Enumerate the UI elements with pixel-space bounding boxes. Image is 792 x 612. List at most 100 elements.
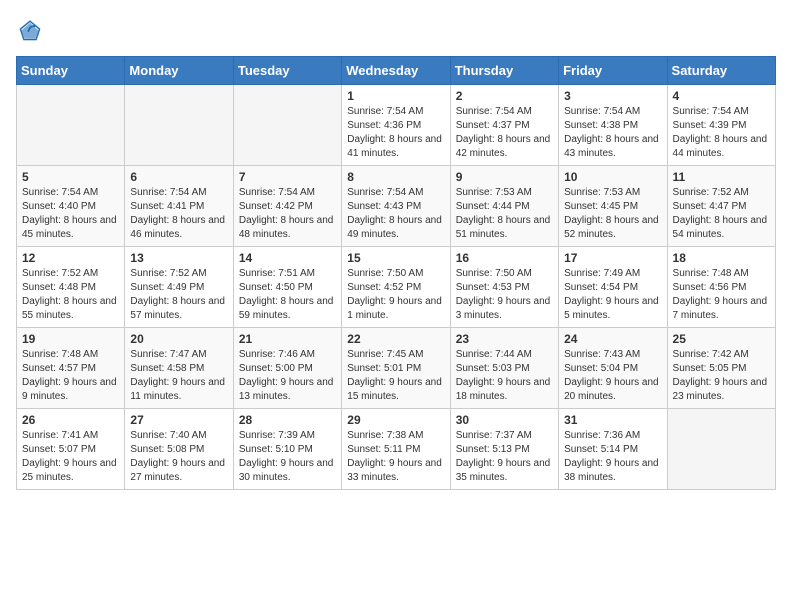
calendar-week-row: 5 Sunrise: 7:54 AM Sunset: 4:40 PM Daylig… [17, 166, 776, 247]
day-number: 20 [130, 332, 227, 346]
day-number: 26 [22, 413, 119, 427]
calendar-cell: 30 Sunrise: 7:37 AM Sunset: 5:13 PM Dayli… [450, 409, 558, 490]
calendar-cell [125, 85, 233, 166]
logo [16, 16, 48, 44]
day-number: 1 [347, 89, 444, 103]
day-info: Sunrise: 7:38 AM Sunset: 5:11 PM Dayligh… [347, 429, 444, 485]
day-info: Sunrise: 7:49 AM Sunset: 4:54 PM Dayligh… [564, 267, 661, 323]
day-info: Sunrise: 7:53 AM Sunset: 4:45 PM Dayligh… [564, 186, 661, 242]
logo-icon [16, 16, 44, 44]
day-number: 30 [456, 413, 553, 427]
day-info: Sunrise: 7:50 AM Sunset: 4:52 PM Dayligh… [347, 267, 444, 323]
day-info: Sunrise: 7:54 AM Sunset: 4:37 PM Dayligh… [456, 105, 553, 161]
day-number: 24 [564, 332, 661, 346]
calendar-cell: 1 Sunrise: 7:54 AM Sunset: 4:36 PM Daylig… [342, 85, 450, 166]
day-info: Sunrise: 7:39 AM Sunset: 5:10 PM Dayligh… [239, 429, 336, 485]
day-info: Sunrise: 7:54 AM Sunset: 4:41 PM Dayligh… [130, 186, 227, 242]
calendar-cell: 21Sunrise: 7:46 AM Sunset: 5:00 PM Dayli… [233, 328, 341, 409]
day-info: Sunrise: 7:53 AM Sunset: 4:44 PM Dayligh… [456, 186, 553, 242]
calendar-cell: 14Sunrise: 7:51 AM Sunset: 4:50 PM Dayli… [233, 247, 341, 328]
calendar-cell: 4 Sunrise: 7:54 AM Sunset: 4:39 PM Daylig… [667, 85, 775, 166]
calendar-cell: 2 Sunrise: 7:54 AM Sunset: 4:37 PM Daylig… [450, 85, 558, 166]
day-of-week-header: Saturday [667, 57, 775, 85]
day-number: 27 [130, 413, 227, 427]
calendar-cell: 3 Sunrise: 7:54 AM Sunset: 4:38 PM Daylig… [559, 85, 667, 166]
calendar-cell: 20 Sunrise: 7:47 AM Sunset: 4:58 PM Dayli… [125, 328, 233, 409]
day-number: 29 [347, 413, 444, 427]
day-info: Sunrise: 7:52 AM Sunset: 4:48 PM Dayligh… [22, 267, 119, 323]
calendar-cell: 19 Sunrise: 7:48 AM Sunset: 4:57 PM Dayli… [17, 328, 125, 409]
day-info: Sunrise: 7:42 AM Sunset: 5:05 PM Dayligh… [673, 348, 770, 404]
calendar-week-row: 1 Sunrise: 7:54 AM Sunset: 4:36 PM Daylig… [17, 85, 776, 166]
calendar-cell: 28 Sunrise: 7:39 AM Sunset: 5:10 PM Dayli… [233, 409, 341, 490]
day-info: Sunrise: 7:40 AM Sunset: 5:08 PM Dayligh… [130, 429, 227, 485]
day-number: 16 [456, 251, 553, 265]
calendar-cell: 18Sunrise: 7:48 AM Sunset: 4:56 PM Dayli… [667, 247, 775, 328]
day-number: 4 [673, 89, 770, 103]
day-number: 18 [673, 251, 770, 265]
calendar-cell: 24 Sunrise: 7:43 AM Sunset: 5:04 PM Dayli… [559, 328, 667, 409]
day-number: 3 [564, 89, 661, 103]
day-info: Sunrise: 7:52 AM Sunset: 4:47 PM Dayligh… [673, 186, 770, 242]
day-info: Sunrise: 7:41 AM Sunset: 5:07 PM Dayligh… [22, 429, 119, 485]
day-number: 28 [239, 413, 336, 427]
day-info: Sunrise: 7:54 AM Sunset: 4:40 PM Dayligh… [22, 186, 119, 242]
day-info: Sunrise: 7:47 AM Sunset: 4:58 PM Dayligh… [130, 348, 227, 404]
day-number: 2 [456, 89, 553, 103]
day-number: 13 [130, 251, 227, 265]
calendar-cell: 12Sunrise: 7:52 AM Sunset: 4:48 PM Dayli… [17, 247, 125, 328]
calendar-table: SundayMondayTuesdayWednesdayThursdayFrid… [16, 56, 776, 490]
day-info: Sunrise: 7:43 AM Sunset: 5:04 PM Dayligh… [564, 348, 661, 404]
day-info: Sunrise: 7:37 AM Sunset: 5:13 PM Dayligh… [456, 429, 553, 485]
day-number: 19 [22, 332, 119, 346]
day-info: Sunrise: 7:54 AM Sunset: 4:39 PM Dayligh… [673, 105, 770, 161]
day-info: Sunrise: 7:46 AM Sunset: 5:00 PM Dayligh… [239, 348, 336, 404]
day-info: Sunrise: 7:54 AM Sunset: 4:42 PM Dayligh… [239, 186, 336, 242]
day-number: 10 [564, 170, 661, 184]
calendar-cell: 13 Sunrise: 7:52 AM Sunset: 4:49 PM Dayli… [125, 247, 233, 328]
calendar-cell: 23 Sunrise: 7:44 AM Sunset: 5:03 PM Dayli… [450, 328, 558, 409]
day-info: Sunrise: 7:51 AM Sunset: 4:50 PM Dayligh… [239, 267, 336, 323]
calendar-week-row: 12Sunrise: 7:52 AM Sunset: 4:48 PM Dayli… [17, 247, 776, 328]
day-number: 15 [347, 251, 444, 265]
day-info: Sunrise: 7:44 AM Sunset: 5:03 PM Dayligh… [456, 348, 553, 404]
day-number: 31 [564, 413, 661, 427]
day-info: Sunrise: 7:50 AM Sunset: 4:53 PM Dayligh… [456, 267, 553, 323]
day-of-week-header: Thursday [450, 57, 558, 85]
day-number: 23 [456, 332, 553, 346]
day-of-week-header: Tuesday [233, 57, 341, 85]
calendar-cell: 7 Sunrise: 7:54 AM Sunset: 4:42 PM Daylig… [233, 166, 341, 247]
calendar-header-row: SundayMondayTuesdayWednesdayThursdayFrid… [17, 57, 776, 85]
day-of-week-header: Friday [559, 57, 667, 85]
calendar-week-row: 26 Sunrise: 7:41 AM Sunset: 5:07 PM Dayli… [17, 409, 776, 490]
calendar-cell: 11Sunrise: 7:52 AM Sunset: 4:47 PM Dayli… [667, 166, 775, 247]
calendar-cell [17, 85, 125, 166]
day-number: 7 [239, 170, 336, 184]
page-header [16, 16, 776, 44]
calendar-cell: 17 Sunrise: 7:49 AM Sunset: 4:54 PM Dayli… [559, 247, 667, 328]
day-of-week-header: Monday [125, 57, 233, 85]
day-number: 9 [456, 170, 553, 184]
calendar-cell: 26 Sunrise: 7:41 AM Sunset: 5:07 PM Dayli… [17, 409, 125, 490]
calendar-cell: 31Sunrise: 7:36 AM Sunset: 5:14 PM Dayli… [559, 409, 667, 490]
day-number: 6 [130, 170, 227, 184]
day-info: Sunrise: 7:54 AM Sunset: 4:43 PM Dayligh… [347, 186, 444, 242]
calendar-cell: 8 Sunrise: 7:54 AM Sunset: 4:43 PM Daylig… [342, 166, 450, 247]
day-info: Sunrise: 7:54 AM Sunset: 4:36 PM Dayligh… [347, 105, 444, 161]
day-number: 22 [347, 332, 444, 346]
calendar-cell: 16 Sunrise: 7:50 AM Sunset: 4:53 PM Dayli… [450, 247, 558, 328]
day-info: Sunrise: 7:45 AM Sunset: 5:01 PM Dayligh… [347, 348, 444, 404]
day-of-week-header: Sunday [17, 57, 125, 85]
day-number: 5 [22, 170, 119, 184]
day-number: 8 [347, 170, 444, 184]
calendar-cell: 25 Sunrise: 7:42 AM Sunset: 5:05 PM Dayli… [667, 328, 775, 409]
calendar-cell: 9 Sunrise: 7:53 AM Sunset: 4:44 PM Daylig… [450, 166, 558, 247]
calendar-cell: 27 Sunrise: 7:40 AM Sunset: 5:08 PM Dayli… [125, 409, 233, 490]
day-of-week-header: Wednesday [342, 57, 450, 85]
calendar-cell: 10 Sunrise: 7:53 AM Sunset: 4:45 PM Dayli… [559, 166, 667, 247]
day-info: Sunrise: 7:48 AM Sunset: 4:57 PM Dayligh… [22, 348, 119, 404]
day-info: Sunrise: 7:54 AM Sunset: 4:38 PM Dayligh… [564, 105, 661, 161]
day-info: Sunrise: 7:52 AM Sunset: 4:49 PM Dayligh… [130, 267, 227, 323]
day-number: 25 [673, 332, 770, 346]
day-number: 17 [564, 251, 661, 265]
